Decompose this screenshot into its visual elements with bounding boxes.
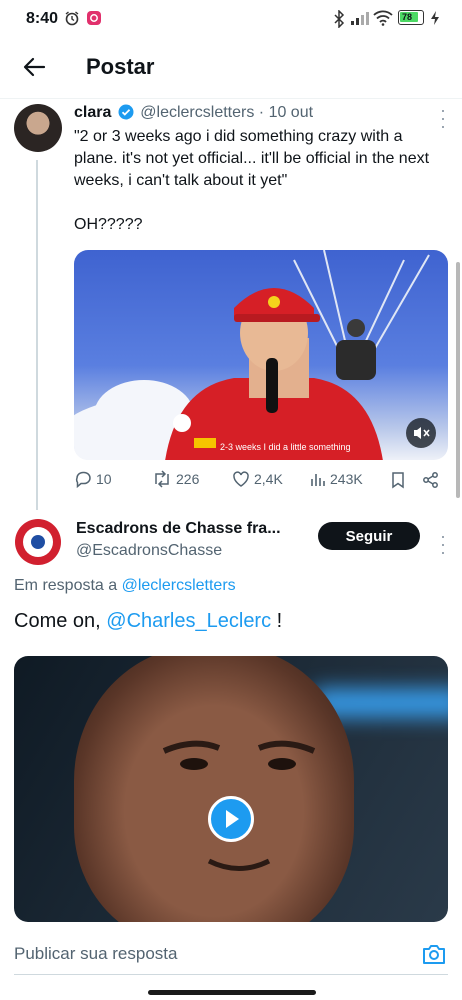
top-bar: Postar [0, 38, 462, 99]
scrollbar[interactable] [456, 262, 460, 498]
tweet-text-prefix: Come on, [14, 610, 101, 632]
tweet-text-suffix: ! [276, 610, 283, 632]
views-icon [311, 474, 325, 486]
reply-button[interactable]: 10 [74, 470, 112, 488]
repost-icon [155, 470, 169, 488]
camera-icon[interactable] [420, 940, 448, 968]
author-name[interactable]: clara [74, 104, 111, 121]
reply-bar [0, 922, 462, 1000]
reply-handle-link[interactable]: @leclercsletters [122, 577, 236, 594]
more-icon[interactable]: · · · [440, 527, 446, 561]
battery-level: 78 [402, 12, 413, 22]
tweet-video[interactable] [14, 656, 448, 922]
battery-icon: 78 [398, 10, 424, 25]
views-button[interactable]: 243K [310, 470, 363, 488]
repost-button[interactable]: 226 [152, 470, 199, 488]
home-indicator[interactable] [148, 990, 316, 995]
play-button[interactable] [208, 796, 254, 842]
face-details [162, 740, 316, 871]
page-title: Postar [86, 54, 155, 79]
driver-image [165, 288, 383, 460]
bookmark-icon[interactable] [390, 471, 406, 489]
instagram-icon [87, 11, 101, 25]
mute-button[interactable] [406, 418, 436, 448]
charging-icon [431, 11, 439, 25]
reply-input[interactable] [14, 934, 394, 974]
tweet-text: Come on, @Charles_Leclerc ! [14, 608, 282, 634]
tweet: clara @leclercsletters · 10 out "2 or 3 … [74, 102, 446, 236]
tweet-text-line: "2 or 3 weeks ago i did something crazy … [74, 128, 430, 189]
mention-link[interactable]: @Charles_Leclerc [106, 610, 271, 632]
view-count: 243K [330, 471, 363, 487]
video-caption: 2-3 weeks I did a little something [220, 442, 351, 452]
more-icon[interactable]: · · · [440, 101, 446, 135]
reply-context: Em resposta a @leclercsletters [14, 577, 236, 595]
back-arrow-icon[interactable] [20, 52, 50, 82]
repost-count: 226 [176, 471, 200, 487]
tweet-video[interactable]: 2-3 weeks I did a little something [74, 250, 448, 460]
reply-underline [14, 974, 448, 975]
tweet-header: clara @leclercsletters · 10 out [74, 102, 446, 124]
tweet-actions: 10 226 2,4K 243K [74, 470, 446, 494]
mute-icon [414, 427, 430, 439]
status-time: 8:40 [26, 10, 59, 27]
follow-button[interactable]: Seguir [318, 522, 420, 550]
tweet-text-line: OH????? [74, 216, 143, 233]
status-bar: 8:40 78 [0, 0, 462, 38]
avatar[interactable] [14, 518, 62, 566]
share-icon[interactable] [422, 471, 440, 489]
like-icon [233, 471, 249, 487]
avatar[interactable] [14, 104, 62, 152]
wifi-icon [373, 10, 393, 26]
signal-icon [351, 12, 369, 25]
author-handle[interactable]: @EscadronsChasse [76, 540, 316, 562]
tweet-time[interactable]: 10 out [269, 104, 313, 121]
verified-icon [118, 104, 134, 120]
alarm-icon [65, 11, 79, 26]
reply-prefix: Em resposta a [14, 577, 118, 594]
separator: · [258, 104, 265, 121]
reply-icon [75, 471, 91, 488]
tweet-text: "2 or 3 weeks ago i did something crazy … [74, 126, 446, 236]
thread-connector [36, 160, 38, 510]
bluetooth-icon [334, 10, 345, 28]
reply-count: 10 [96, 471, 112, 487]
tweet-header: Escadrons de Chasse fra... @EscadronsCha… [76, 518, 316, 562]
like-button[interactable]: 2,4K [232, 470, 283, 488]
play-icon [226, 810, 239, 828]
author-name[interactable]: Escadrons de Chasse fra... [76, 518, 316, 540]
like-count: 2,4K [254, 471, 283, 487]
author-handle[interactable]: @leclercsletters [140, 104, 254, 121]
